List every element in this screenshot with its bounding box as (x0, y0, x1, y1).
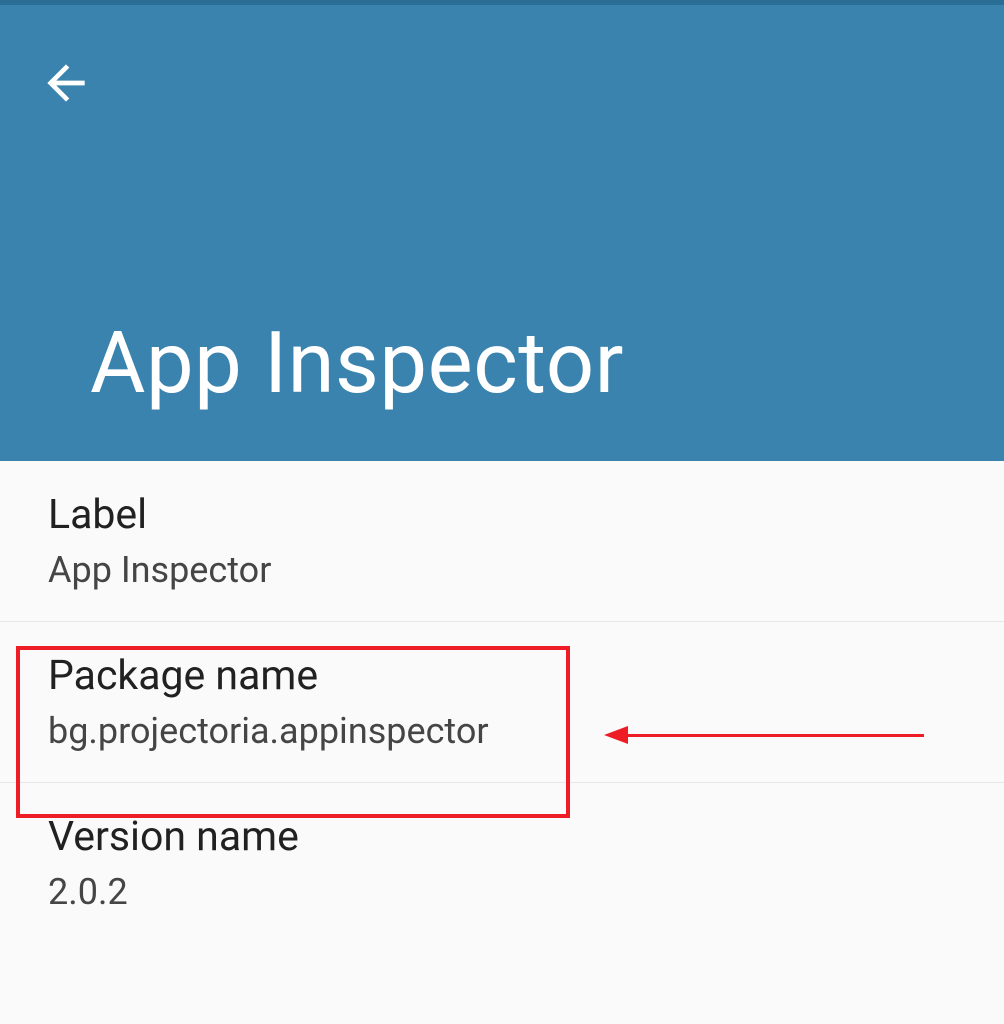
item-title: Package name (48, 652, 956, 700)
details-list: Label App Inspector Package name bg.proj… (0, 461, 1004, 943)
item-value: 2.0.2 (48, 871, 956, 913)
list-item-version-name[interactable]: Version name 2.0.2 (0, 783, 1004, 943)
back-button[interactable] (36, 53, 96, 113)
item-title: Version name (48, 813, 956, 861)
app-bar: App Inspector (0, 5, 1004, 461)
item-value: bg.projectoria.appinspector (48, 710, 956, 752)
arrow-back-icon (38, 55, 94, 111)
page-title: App Inspector (90, 313, 624, 413)
item-title: Label (48, 491, 956, 539)
list-item-label[interactable]: Label App Inspector (0, 461, 1004, 622)
list-item-package-name[interactable]: Package name bg.projectoria.appinspector (0, 622, 1004, 783)
item-value: App Inspector (48, 549, 956, 591)
